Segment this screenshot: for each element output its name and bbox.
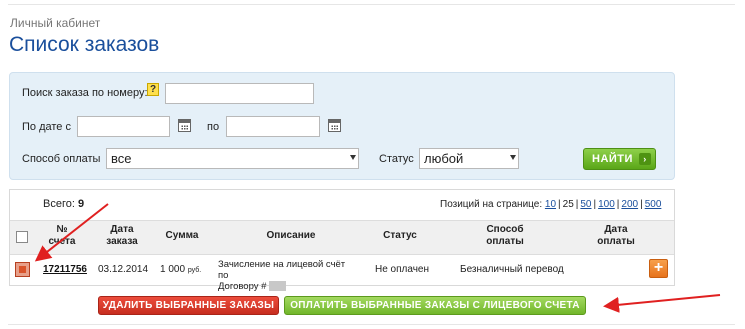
chevron-down-icon	[350, 155, 356, 160]
total-count: Всего: 9	[43, 198, 84, 210]
column-header-description[interactable]: Описание	[246, 230, 336, 242]
bottom-divider	[8, 324, 735, 325]
date-to-input[interactable]	[226, 116, 320, 137]
sum-value: 1 000	[160, 264, 186, 275]
delete-selected-button[interactable]: УДАЛИТЬ ВЫБРАННЫЕ ЗАКАЗЫ	[98, 296, 279, 315]
annotation-arrow-pay	[603, 294, 721, 313]
add-icon[interactable]: +	[649, 259, 668, 278]
description-line1: Зачисление на лицевой счёт по	[218, 259, 346, 281]
column-header-sum[interactable]: Сумма	[158, 230, 206, 242]
per-page-option[interactable]: 100	[598, 199, 615, 210]
find-button-label: НАЙТИ	[592, 153, 633, 165]
per-page-option[interactable]: 10	[545, 199, 556, 210]
column-header-payment[interactable]: Способ оплаты	[475, 224, 535, 248]
per-page-label: Позиций на странице:	[440, 199, 543, 210]
pay-selected-button[interactable]: ОПЛАТИТЬ ВЫБРАННЫЕ ЗАКАЗЫ С ЛИЦЕВОГО СЧЕ…	[284, 296, 586, 315]
table-row-payment: Безналичный перевод	[460, 264, 564, 275]
find-button[interactable]: НАЙТИ ›	[583, 148, 656, 170]
column-header-date-line1: Дата	[110, 224, 134, 235]
calendar-icon[interactable]	[328, 119, 341, 132]
select-all-checkbox[interactable]	[16, 231, 28, 243]
column-header-date[interactable]: Дата заказа	[98, 224, 146, 248]
per-page-option[interactable]: 50	[580, 199, 591, 210]
column-header-account-line2: счета	[48, 236, 76, 247]
table-row-account: 17211756	[43, 264, 87, 275]
top-divider	[8, 4, 735, 5]
column-header-payment-line2: оплаты	[486, 236, 524, 247]
table-row-description: Зачисление на лицевой счёт по Договору #	[218, 259, 358, 292]
order-number-label: Поиск заказа по номеру:	[22, 87, 148, 99]
calendar-icon[interactable]	[178, 119, 191, 132]
column-header-payment-line1: Способ	[486, 224, 524, 235]
status-select[interactable]: любой	[419, 148, 519, 169]
help-icon[interactable]: ?	[147, 83, 159, 96]
total-label: Всего:	[43, 198, 75, 210]
row-checkbox-checked[interactable]	[15, 262, 30, 277]
status-value: любой	[424, 151, 464, 166]
chevron-down-icon	[510, 155, 516, 160]
column-header-date-line2: заказа	[106, 236, 138, 247]
account-link[interactable]: 17211756	[43, 264, 87, 275]
status-label: Статус	[379, 153, 414, 165]
column-header-account[interactable]: № счета	[42, 224, 82, 248]
table-row-status: Не оплачен	[375, 264, 430, 275]
column-header-pay-date-line2: оплаты	[597, 236, 635, 247]
order-number-input[interactable]	[165, 83, 314, 104]
table-row-sum: 1 000 руб.	[160, 264, 201, 275]
sum-unit: руб.	[187, 267, 202, 274]
column-header-status[interactable]: Статус	[370, 230, 430, 242]
payment-method-value: все	[111, 151, 132, 166]
date-to-label: по	[207, 121, 220, 133]
payment-method-label: Способ оплаты	[22, 153, 101, 165]
table-row-date: 03.12.2014	[98, 264, 149, 275]
column-header-pay-date[interactable]: Дата оплаты	[586, 224, 646, 248]
breadcrumb[interactable]: Личный кабинет	[10, 16, 100, 30]
per-page-option[interactable]: 500	[645, 199, 662, 210]
date-from-label: По дате с	[22, 121, 71, 133]
redacted-block	[269, 281, 287, 292]
column-header-pay-date-line1: Дата	[604, 224, 628, 235]
per-page-selector: Позиций на странице: 10 | 25 | 50 | 100 | 200 | 50…	[440, 199, 662, 210]
per-page-option[interactable]: 200	[621, 199, 638, 210]
page-title: Список заказов	[9, 33, 160, 56]
description-line2: Договору #	[218, 281, 267, 292]
payment-method-select[interactable]: все	[106, 148, 359, 169]
column-header-account-line1: №	[56, 224, 68, 235]
per-page-current: 25	[562, 199, 574, 210]
total-value: 9	[77, 198, 85, 210]
date-from-input[interactable]	[77, 116, 170, 137]
chevron-right-icon: ›	[639, 153, 651, 165]
